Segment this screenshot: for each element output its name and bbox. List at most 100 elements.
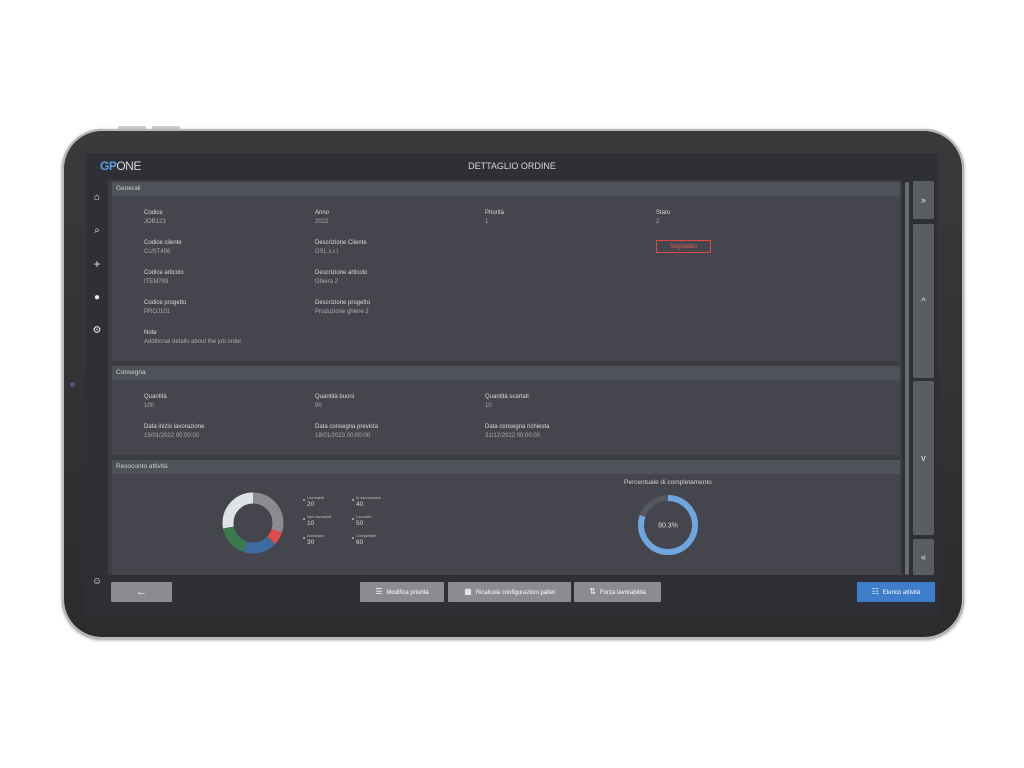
legend-label: Lavorate <box>356 514 372 519</box>
field-label: Stato <box>656 210 671 216</box>
camera <box>70 382 75 387</box>
field-note: Note Additional details about the job ord… <box>144 330 444 345</box>
completion-ring-chart: 80.3% <box>638 495 698 555</box>
field-label: Priorità <box>485 210 505 216</box>
field-label: Quantità scartati <box>485 394 529 400</box>
scrollbar-thumb[interactable] <box>905 182 909 575</box>
legend-item: In lavorazione 40 <box>352 495 381 508</box>
section-header-resoconto: Resoconto attività <box>112 460 900 474</box>
field-priorita: Priorità 1 <box>485 210 645 225</box>
field-descrizione-articolo: Descrizione articolo Ghiera 2 <box>315 270 475 285</box>
legend-value: 10 <box>307 520 315 527</box>
sidebar: ⌂ ⌕ + ● ⚙ ☺ <box>86 180 108 616</box>
field-value: 18/01/2023 00:00:00 <box>315 433 371 439</box>
field-codice-progetto: Codice progetto PROJ101 <box>144 300 304 315</box>
field-value: 15/01/2022 00:00:00 <box>144 433 200 439</box>
legend-label: Completate <box>356 533 377 538</box>
search-icon[interactable]: ⌕ <box>91 225 103 237</box>
top-bar: GPONE DETTAGLIO ORDINE <box>86 153 938 180</box>
legend-dot <box>303 537 305 539</box>
field-value: 31/12/2022 00:00:00 <box>485 433 541 439</box>
checklist-icon: ☷ <box>871 587 879 596</box>
field-label: Data consegna prevista <box>315 424 379 430</box>
field-value: JOB123 <box>144 219 166 225</box>
field-value: ITEM789 <box>144 279 169 285</box>
field-value: 10 <box>485 403 492 409</box>
field-descrizione-progetto: Descrizione progetto Produzione ghiere 2 <box>315 300 475 315</box>
field-label: Quantità buoni <box>315 394 355 400</box>
field-value: PROJ101 <box>144 309 171 315</box>
section-consegna: Quantità 100 Quantità buoni 90 Quantità sc… <box>112 380 900 455</box>
legend-item: Non lavorabili 10 <box>303 514 331 527</box>
field-descrizione-cliente: Descrizione Cliente OSL s.r.l. <box>315 240 475 255</box>
legend-value: 30 <box>307 539 315 546</box>
field-stato: Stato 2 <box>656 210 816 225</box>
home-icon[interactable]: ⌂ <box>91 192 103 204</box>
ricalcola-pallet-button[interactable]: ▦ Ricalcola configurazioni pallet <box>448 582 571 602</box>
field-value: 2022 <box>315 219 329 225</box>
scroll-top-button[interactable]: » <box>913 181 934 219</box>
field-label: Descrizione articolo <box>315 270 368 276</box>
user-icon[interactable]: ☺ <box>91 576 103 588</box>
field-value: 2 <box>656 219 660 225</box>
field-value: 100 <box>144 403 155 409</box>
field-label: Codice articolo <box>144 270 184 276</box>
legend-item: Lavorate 50 <box>352 514 372 527</box>
legend-value: 50 <box>356 520 364 527</box>
field-codice-articolo: Codice articolo ITEM789 <box>144 270 304 285</box>
section-generali: Codice JOB123 Anno 2022 Priorità 1 Stato 2 S… <box>112 196 900 361</box>
field-value: Ghiera 2 <box>315 279 339 285</box>
field-quantita-scartati: Quantità scartati 10 <box>485 394 645 409</box>
section-resoconto: Lavorabili 20 In lavorazione 40 Non lavora… <box>112 474 900 575</box>
legend-label: Lavorabili <box>307 495 325 500</box>
field-label: Codice progetto <box>144 300 187 306</box>
forza-lavorabilita-button[interactable]: ⇅ Forza lavorabilità <box>574 582 661 602</box>
page-title: DETTAGLIO ORDINE <box>468 161 556 171</box>
screen: GPONE DETTAGLIO ORDINE ⌂ ⌕ + ● ⚙ ☺ Gener… <box>86 153 938 616</box>
legend-value: 40 <box>356 501 364 508</box>
field-value: 90 <box>315 403 322 409</box>
scroll-bottom-button[interactable]: « <box>913 539 934 575</box>
field-codice-cliente: Codice cliente CUST456 <box>144 240 304 255</box>
field-label: Data consegna richiesta <box>485 424 550 430</box>
button-label: Ricalcola configurazioni pallet <box>475 590 555 596</box>
legend-label: In lavorazione <box>356 495 381 500</box>
legend-item: Lavorabili 20 <box>303 495 325 508</box>
arrow-left-icon: ← <box>136 586 147 598</box>
field-label: Descrizione Cliente <box>315 240 367 246</box>
field-value: Additional details about the job order <box>144 339 242 345</box>
scroll-down-button[interactable]: v <box>913 381 934 535</box>
field-label: Data inizio lavorazione <box>144 424 205 430</box>
legend-dot <box>352 537 354 539</box>
button-label: Elenco attività <box>882 590 921 596</box>
legend-label: Annullate <box>307 533 324 538</box>
bottom-bar: ← ☰ Modifica priorità ▦ Ricalcola configur… <box>108 575 938 616</box>
completion-title: Percentuale di completamento <box>624 479 712 486</box>
ring-label: 80.3% <box>658 523 678 530</box>
scrollbar[interactable] <box>904 180 909 575</box>
circle-icon[interactable]: ● <box>91 292 103 304</box>
field-anno: Anno 2022 <box>315 210 475 225</box>
field-label: Codice <box>144 210 163 216</box>
field-label: Quantità <box>144 394 167 400</box>
scroll-up-button[interactable]: ^ <box>913 224 934 378</box>
field-label: Codice cliente <box>144 240 182 246</box>
field-data-consegna-prevista: Data consegna prevista 18/01/2023 00:00:0… <box>315 424 475 439</box>
elenco-attivita-button[interactable]: ☷ Elenco attività <box>857 582 935 602</box>
section-header-consegna: Consegna <box>112 366 900 380</box>
add-icon[interactable]: + <box>91 258 103 270</box>
field-label: Note <box>144 330 157 336</box>
legend-item: Annullate 30 <box>303 533 324 546</box>
field-quantita-buoni: Quantità buoni 90 <box>315 394 475 409</box>
field-value: 1 <box>485 219 489 225</box>
back-button[interactable]: ← <box>111 582 172 602</box>
section-header-generali: Generali <box>112 182 900 196</box>
field-value: OSL s.r.l. <box>315 249 340 255</box>
modifica-priorita-button[interactable]: ☰ Modifica priorità <box>360 582 444 602</box>
legend-value: 60 <box>356 539 364 546</box>
field-label: Descrizione progetto <box>315 300 371 306</box>
legend-dot <box>303 518 305 520</box>
sort-arrows-icon: ⇅ <box>589 587 596 596</box>
gear-icon[interactable]: ⚙ <box>91 325 103 337</box>
field-codice: Codice JOB123 <box>144 210 304 225</box>
